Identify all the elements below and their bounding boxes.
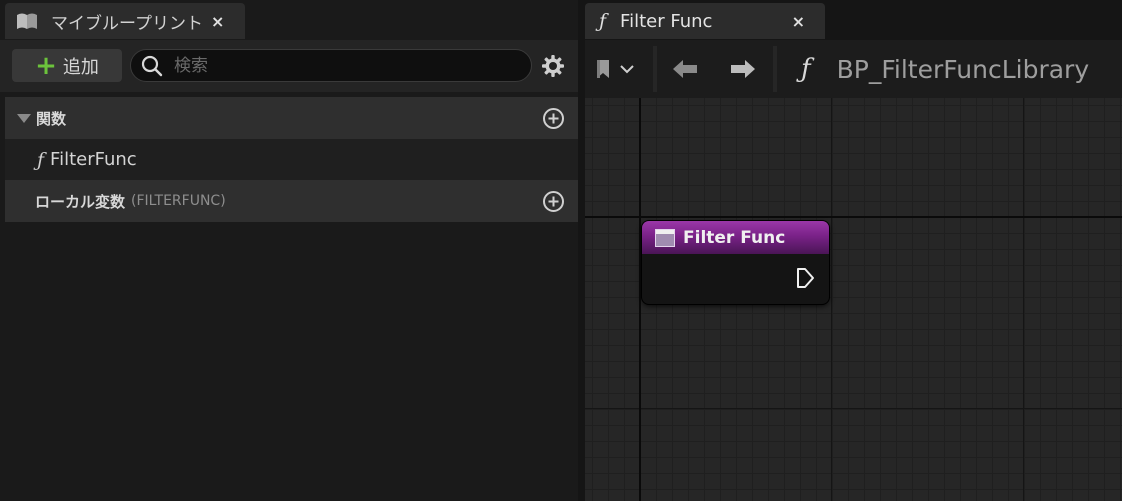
function-item-label: FilterFunc <box>50 149 137 170</box>
local-variables-scope: (FILTERFUNC) <box>131 193 226 209</box>
tab-my-blueprint[interactable]: マイブループリント × <box>5 3 245 39</box>
function-entry-node[interactable]: Filter Func <box>642 221 829 304</box>
graph-canvas[interactable]: Filter Func <box>585 98 1122 501</box>
bookmark-icon <box>597 60 609 78</box>
forward-button[interactable] <box>729 40 757 98</box>
close-icon[interactable]: × <box>211 12 224 31</box>
functions-section-label: 関数 <box>36 109 67 128</box>
search-input[interactable] <box>172 54 516 77</box>
gear-icon[interactable] <box>541 54 565 78</box>
chevron-down-icon <box>620 65 634 74</box>
function-item-filterfunc[interactable]: ƒ FilterFunc <box>5 139 578 180</box>
tab-filter-func[interactable]: ƒ Filter Func × <box>585 3 825 39</box>
blueprint-name: BP_FilterFuncLibrary <box>836 54 1090 84</box>
tab-label: マイブループリント <box>51 13 203 34</box>
search-icon <box>141 55 163 76</box>
grid-line <box>585 408 1122 409</box>
function-icon: ƒ <box>37 148 45 171</box>
toolbar-separator <box>653 46 657 92</box>
local-variables-label: ローカル変数 <box>35 192 126 211</box>
node-header[interactable]: Filter Func <box>642 221 829 254</box>
node-title: Filter Func <box>683 227 786 248</box>
local-variables-section-header[interactable]: ローカル変数 (FILTERFUNC) <box>5 180 578 222</box>
add-button[interactable]: + 追加 <box>12 49 122 82</box>
collapse-triangle-icon[interactable] <box>17 113 31 123</box>
blueprint-toolbar: + 追加 <box>0 40 578 92</box>
search-box[interactable] <box>130 49 532 82</box>
grid-line <box>831 98 832 501</box>
grid-axis-horizontal <box>585 216 1122 218</box>
functions-section-header[interactable]: 関数 <box>5 97 578 139</box>
forward-arrow-icon <box>731 60 755 78</box>
back-button[interactable] <box>671 40 699 98</box>
close-icon[interactable]: × <box>792 12 805 31</box>
toolbar-separator <box>773 46 777 92</box>
exec-pin-icon[interactable] <box>795 267 815 289</box>
back-arrow-icon <box>673 60 697 78</box>
add-circle-icon[interactable] <box>542 107 565 130</box>
my-blueprint-panel: マイブループリント × + 追加 関 <box>0 0 578 501</box>
book-icon <box>17 13 37 29</box>
graph-toolbar: ƒ BP_FilterFuncLibrary <box>585 40 1122 98</box>
plus-icon: + <box>35 50 57 81</box>
function-entry-icon <box>655 228 675 247</box>
blueprint-breadcrumb[interactable]: ƒ BP_FilterFuncLibrary <box>801 40 1089 98</box>
add-button-label: 追加 <box>62 56 99 78</box>
tab-label: Filter Func <box>620 10 713 32</box>
grid-line <box>1023 98 1024 501</box>
bookmark-button[interactable] <box>595 40 635 98</box>
add-circle-icon[interactable] <box>542 190 565 213</box>
grid-axis-vertical <box>639 98 641 501</box>
function-icon: ƒ <box>801 54 811 84</box>
function-icon: ƒ <box>599 10 607 32</box>
